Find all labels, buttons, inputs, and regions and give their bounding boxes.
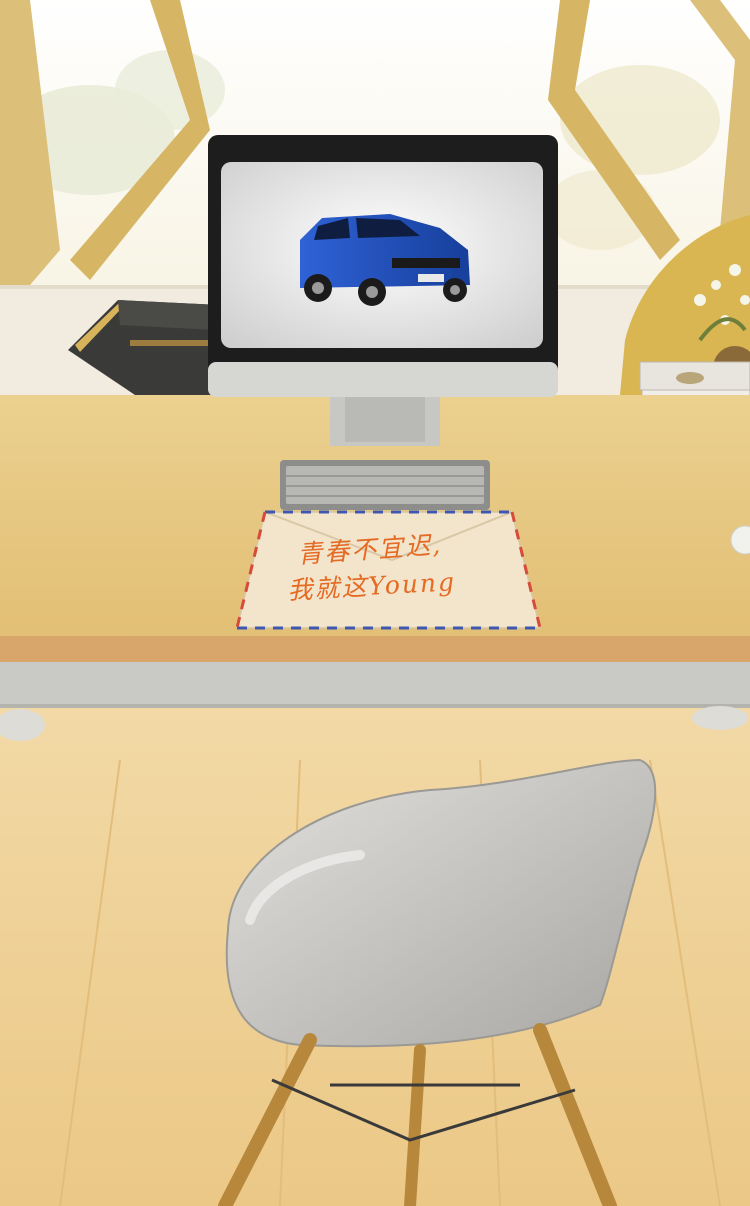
desk-scene: 青春不宜迟, 我就这Young bbox=[0, 0, 750, 1206]
keyboard-icon bbox=[280, 460, 490, 510]
envelope-icon: 青春不宜迟, 我就这Young bbox=[235, 510, 542, 630]
